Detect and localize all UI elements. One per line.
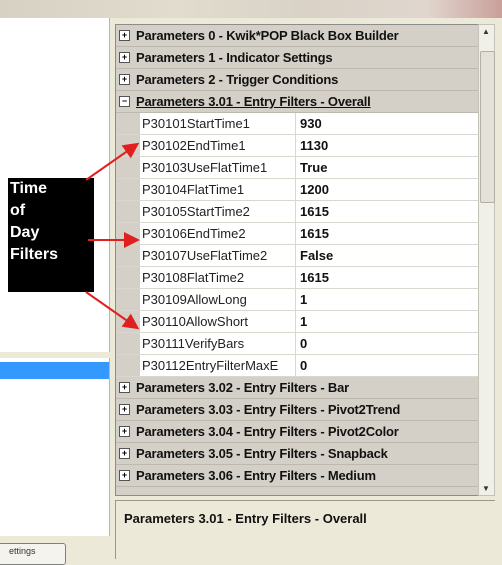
callout-arrows — [85, 142, 140, 330]
arrow-to-allow — [85, 291, 140, 330]
arrow-to-time1 — [85, 142, 140, 181]
